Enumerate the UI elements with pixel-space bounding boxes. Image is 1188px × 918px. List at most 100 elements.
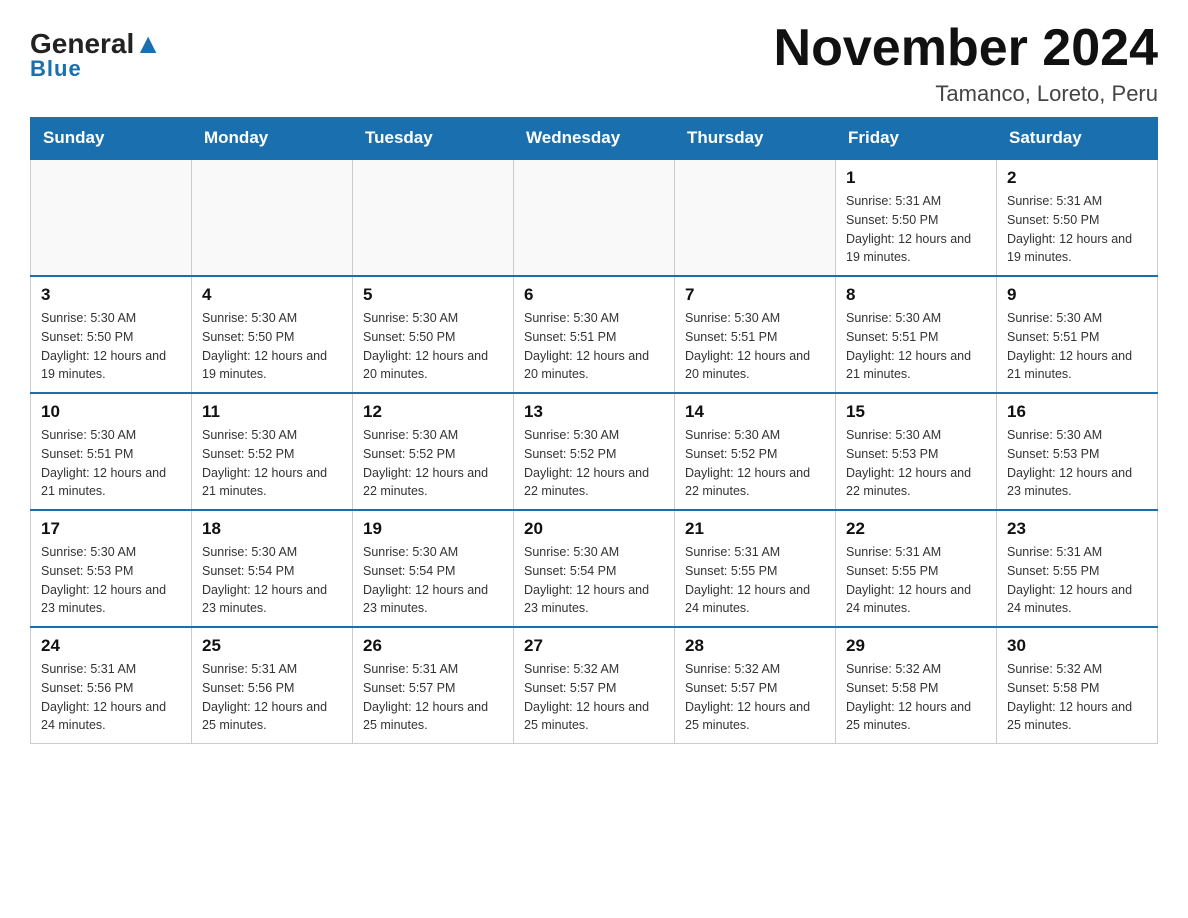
weekday-header-tuesday: Tuesday: [353, 118, 514, 160]
calendar-day-cell: 4Sunrise: 5:30 AMSunset: 5:50 PMDaylight…: [192, 276, 353, 393]
day-number: 30: [1007, 636, 1147, 656]
day-info: Sunrise: 5:30 AMSunset: 5:53 PMDaylight:…: [1007, 426, 1147, 501]
day-info: Sunrise: 5:31 AMSunset: 5:56 PMDaylight:…: [41, 660, 181, 735]
day-number: 27: [524, 636, 664, 656]
calendar-day-cell: [353, 159, 514, 276]
calendar-week-row: 10Sunrise: 5:30 AMSunset: 5:51 PMDayligh…: [31, 393, 1158, 510]
calendar-day-cell: 6 Sunrise: 5:30 AMSunset: 5:51 PMDaylight…: [514, 276, 675, 393]
calendar-day-cell: 27 Sunrise: 5:32 AMSunset: 5:57 PMDayligh…: [514, 627, 675, 744]
day-info: Sunrise: 5:30 AMSunset: 5:51 PMDaylight:…: [524, 309, 664, 384]
day-info: Sunrise: 5:30 AMSunset: 5:53 PMDaylight:…: [846, 426, 986, 501]
day-info: Sunrise: 5:30 AMSunset: 5:50 PMDaylight:…: [41, 309, 181, 384]
day-number: 13: [524, 402, 664, 422]
calendar-table: SundayMondayTuesdayWednesdayThursdayFrid…: [30, 117, 1158, 744]
calendar-day-cell: 3 Sunrise: 5:30 AMSunset: 5:50 PMDaylight…: [31, 276, 192, 393]
calendar-day-cell: 5Sunrise: 5:30 AMSunset: 5:50 PMDaylight…: [353, 276, 514, 393]
day-number: 16: [1007, 402, 1147, 422]
day-info: Sunrise: 5:30 AMSunset: 5:54 PMDaylight:…: [202, 543, 342, 618]
day-number: 10: [41, 402, 181, 422]
calendar-day-cell: 18 Sunrise: 5:30 AMSunset: 5:54 PMDayligh…: [192, 510, 353, 627]
calendar-day-cell: 21 Sunrise: 5:31 AMSunset: 5:55 PMDayligh…: [675, 510, 836, 627]
logo-blue: Blue: [30, 56, 82, 82]
day-number: 2: [1007, 168, 1147, 188]
calendar-week-row: 3 Sunrise: 5:30 AMSunset: 5:50 PMDaylight…: [31, 276, 1158, 393]
day-info: Sunrise: 5:30 AMSunset: 5:52 PMDaylight:…: [524, 426, 664, 501]
logo-text: General ▲: [30, 30, 162, 58]
calendar-day-cell: 12 Sunrise: 5:30 AMSunset: 5:52 PMDayligh…: [353, 393, 514, 510]
day-number: 7: [685, 285, 825, 305]
day-number: 3: [41, 285, 181, 305]
day-info: Sunrise: 5:31 AMSunset: 5:55 PMDaylight:…: [1007, 543, 1147, 618]
weekday-header-wednesday: Wednesday: [514, 118, 675, 160]
day-number: 24: [41, 636, 181, 656]
calendar-day-cell: 8 Sunrise: 5:30 AMSunset: 5:51 PMDaylight…: [836, 276, 997, 393]
weekday-header-sunday: Sunday: [31, 118, 192, 160]
day-info: Sunrise: 5:30 AMSunset: 5:51 PMDaylight:…: [685, 309, 825, 384]
day-info: Sunrise: 5:32 AMSunset: 5:58 PMDaylight:…: [846, 660, 986, 735]
calendar-week-row: 1 Sunrise: 5:31 AMSunset: 5:50 PMDaylight…: [31, 159, 1158, 276]
weekday-header-row: SundayMondayTuesdayWednesdayThursdayFrid…: [31, 118, 1158, 160]
day-number: 22: [846, 519, 986, 539]
calendar-day-cell: 24 Sunrise: 5:31 AMSunset: 5:56 PMDayligh…: [31, 627, 192, 744]
day-info: Sunrise: 5:30 AMSunset: 5:52 PMDaylight:…: [363, 426, 503, 501]
day-number: 23: [1007, 519, 1147, 539]
day-number: 5: [363, 285, 503, 305]
logo-general-blue: ▲: [134, 30, 162, 58]
day-number: 21: [685, 519, 825, 539]
calendar-day-cell: [675, 159, 836, 276]
title-area: November 2024 Tamanco, Loreto, Peru: [774, 20, 1158, 107]
logo-general: General: [30, 30, 134, 58]
day-number: 15: [846, 402, 986, 422]
calendar-day-cell: 15 Sunrise: 5:30 AMSunset: 5:53 PMDayligh…: [836, 393, 997, 510]
calendar-day-cell: 14Sunrise: 5:30 AMSunset: 5:52 PMDayligh…: [675, 393, 836, 510]
calendar-day-cell: 23 Sunrise: 5:31 AMSunset: 5:55 PMDayligh…: [997, 510, 1158, 627]
day-number: 1: [846, 168, 986, 188]
day-number: 17: [41, 519, 181, 539]
day-info: Sunrise: 5:31 AMSunset: 5:57 PMDaylight:…: [363, 660, 503, 735]
day-info: Sunrise: 5:30 AMSunset: 5:51 PMDaylight:…: [1007, 309, 1147, 384]
calendar-day-cell: [514, 159, 675, 276]
calendar-day-cell: 17 Sunrise: 5:30 AMSunset: 5:53 PMDayligh…: [31, 510, 192, 627]
day-info: Sunrise: 5:30 AMSunset: 5:52 PMDaylight:…: [202, 426, 342, 501]
calendar-day-cell: [192, 159, 353, 276]
day-number: 28: [685, 636, 825, 656]
calendar-day-cell: 1 Sunrise: 5:31 AMSunset: 5:50 PMDaylight…: [836, 159, 997, 276]
calendar-day-cell: 22Sunrise: 5:31 AMSunset: 5:55 PMDayligh…: [836, 510, 997, 627]
weekday-header-monday: Monday: [192, 118, 353, 160]
day-info: Sunrise: 5:31 AMSunset: 5:55 PMDaylight:…: [685, 543, 825, 618]
calendar-day-cell: 7 Sunrise: 5:30 AMSunset: 5:51 PMDaylight…: [675, 276, 836, 393]
calendar-day-cell: 25 Sunrise: 5:31 AMSunset: 5:56 PMDayligh…: [192, 627, 353, 744]
day-info: Sunrise: 5:30 AMSunset: 5:50 PMDaylight:…: [202, 309, 342, 384]
day-info: Sunrise: 5:32 AMSunset: 5:57 PMDaylight:…: [524, 660, 664, 735]
day-number: 26: [363, 636, 503, 656]
day-info: Sunrise: 5:32 AMSunset: 5:58 PMDaylight:…: [1007, 660, 1147, 735]
calendar-day-cell: 28Sunrise: 5:32 AMSunset: 5:57 PMDayligh…: [675, 627, 836, 744]
day-number: 18: [202, 519, 342, 539]
day-info: Sunrise: 5:31 AMSunset: 5:56 PMDaylight:…: [202, 660, 342, 735]
calendar-day-cell: 20Sunrise: 5:30 AMSunset: 5:54 PMDayligh…: [514, 510, 675, 627]
day-number: 6: [524, 285, 664, 305]
day-info: Sunrise: 5:30 AMSunset: 5:53 PMDaylight:…: [41, 543, 181, 618]
month-title: November 2024: [774, 20, 1158, 77]
calendar-day-cell: 30 Sunrise: 5:32 AMSunset: 5:58 PMDayligh…: [997, 627, 1158, 744]
day-number: 12: [363, 402, 503, 422]
page-header: General ▲ Blue November 2024 Tamanco, Lo…: [30, 20, 1158, 107]
day-number: 8: [846, 285, 986, 305]
calendar-day-cell: 26 Sunrise: 5:31 AMSunset: 5:57 PMDayligh…: [353, 627, 514, 744]
day-info: Sunrise: 5:30 AMSunset: 5:51 PMDaylight:…: [846, 309, 986, 384]
calendar-day-cell: 10Sunrise: 5:30 AMSunset: 5:51 PMDayligh…: [31, 393, 192, 510]
day-number: 9: [1007, 285, 1147, 305]
calendar-day-cell: 11Sunrise: 5:30 AMSunset: 5:52 PMDayligh…: [192, 393, 353, 510]
weekday-header-friday: Friday: [836, 118, 997, 160]
calendar-day-cell: [31, 159, 192, 276]
location-title: Tamanco, Loreto, Peru: [774, 81, 1158, 107]
day-number: 29: [846, 636, 986, 656]
calendar-day-cell: 2Sunrise: 5:31 AMSunset: 5:50 PMDaylight…: [997, 159, 1158, 276]
day-info: Sunrise: 5:31 AMSunset: 5:50 PMDaylight:…: [846, 192, 986, 267]
calendar-day-cell: 19Sunrise: 5:30 AMSunset: 5:54 PMDayligh…: [353, 510, 514, 627]
calendar-day-cell: 13 Sunrise: 5:30 AMSunset: 5:52 PMDayligh…: [514, 393, 675, 510]
calendar-day-cell: 29 Sunrise: 5:32 AMSunset: 5:58 PMDayligh…: [836, 627, 997, 744]
day-number: 20: [524, 519, 664, 539]
day-number: 25: [202, 636, 342, 656]
weekday-header-thursday: Thursday: [675, 118, 836, 160]
